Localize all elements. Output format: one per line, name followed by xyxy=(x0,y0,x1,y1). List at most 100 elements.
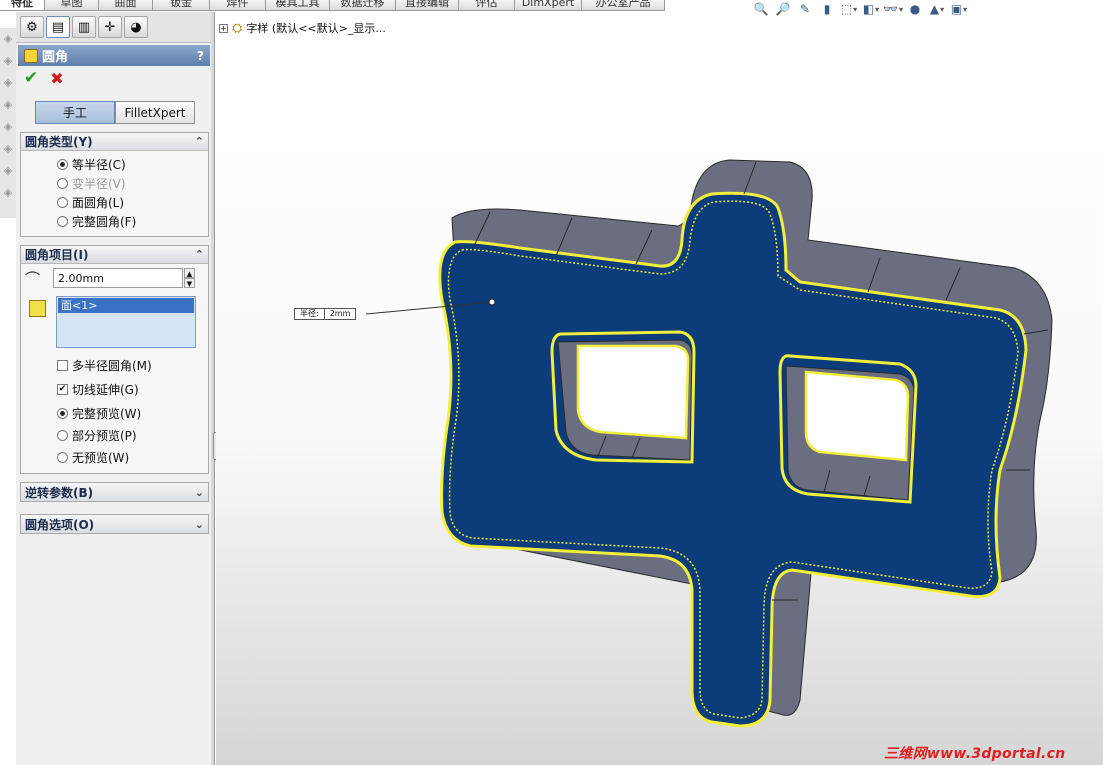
collapse-chevron-icon[interactable]: ⌃ xyxy=(195,248,204,261)
group-title: 圆角类型(Y) xyxy=(25,135,93,149)
tree-part-label[interactable]: 字样 (默认<<默认>_显示... xyxy=(246,20,385,36)
setback-parameters-header[interactable]: 逆转参数(B) ⌄ xyxy=(21,483,208,501)
radio-button[interactable] xyxy=(57,408,68,419)
part-icon: ⛭ xyxy=(232,20,243,36)
toolbar-tool-icon[interactable]: ◈ xyxy=(0,160,16,182)
fillet-type-options: 等半径(C) 变半径(V) 面圆角(L) 完整圆角(F) xyxy=(21,151,208,236)
manual-mode-button[interactable]: 手工 xyxy=(35,101,115,124)
radio-button[interactable] xyxy=(57,452,68,463)
radio-button[interactable] xyxy=(57,430,68,441)
right-window-opening xyxy=(804,370,910,462)
expand-chevron-icon[interactable]: ⌄ xyxy=(195,518,204,531)
selection-list-box[interactable]: 面<1> xyxy=(56,296,196,348)
tab-8[interactable]: 评估 xyxy=(459,0,515,10)
toolbar-tool-icon[interactable]: ◈ xyxy=(0,94,16,116)
radio-button xyxy=(57,178,68,189)
property-manager-panel: ⚙ ▤ ▥ ✛ ◕ 圆角 ? ✔ ✖ 手工 FilletXpert 圆角类型(Y) ⌃ … xyxy=(16,12,213,765)
expand-tree-icon[interactable]: + xyxy=(219,23,228,33)
property-manager-icon[interactable]: ▤ xyxy=(46,16,70,38)
radius-icon: ⌒ xyxy=(25,269,41,288)
hide-show-items-icon[interactable]: 👓 xyxy=(883,1,902,17)
toolbar-tool-icon[interactable]: ◈ xyxy=(0,138,16,160)
multi-radius-option[interactable]: 多半径圆角(M) xyxy=(21,356,208,375)
zoom-area-icon[interactable]: 🔎 xyxy=(774,1,792,17)
fillet-items-header[interactable]: 圆角项目(I) ⌃ xyxy=(21,246,208,264)
tab-5[interactable]: 模具工具 xyxy=(266,0,330,10)
toolbar-tool-icon[interactable]: ◈ xyxy=(0,182,16,204)
tab-7[interactable]: 直接编辑 xyxy=(396,0,459,10)
radius-row: ⌒ 2.00mm ▲ ▼ xyxy=(21,264,208,292)
group-title: 圆角项目(I) xyxy=(25,248,89,262)
callout-label: 半径: xyxy=(300,309,319,318)
dimxpert-manager-icon[interactable]: ✛ xyxy=(98,16,122,38)
tab-10[interactable]: 办公室产品 xyxy=(582,0,665,10)
fillet-options-header[interactable]: 圆角选项(O) ⌄ xyxy=(21,515,208,533)
preview-option-1[interactable]: 部分预览(P) xyxy=(21,426,208,445)
radius-callout[interactable]: 半径: 2mm xyxy=(294,308,357,320)
view-settings-icon[interactable]: ▣ xyxy=(950,1,968,17)
toolbar-tool-icon[interactable]: ◈ xyxy=(0,28,16,50)
radius-spinner[interactable]: ▲ ▼ xyxy=(184,268,195,288)
spinner-up-icon[interactable]: ▲ xyxy=(184,268,195,278)
toolbar-tool-icon[interactable]: ◈ xyxy=(0,72,16,94)
panel-splitter[interactable] xyxy=(211,12,215,765)
ok-button[interactable]: ✔ xyxy=(24,68,38,88)
radio-button[interactable] xyxy=(57,159,68,170)
tab-9[interactable]: DimXpert xyxy=(515,0,582,10)
group-title: 圆角选项(O) xyxy=(25,517,95,532)
filletxpert-mode-button[interactable]: FilletXpert xyxy=(115,101,195,124)
command-manager-tabs: 特征 草图 曲面 钣金 焊件 模具工具 数据迁移 直接编辑 评估 DimXpert 办公室产品 xyxy=(0,0,665,11)
tangent-propagation-option[interactable]: ✔ 切线延伸(G) xyxy=(21,380,208,399)
radio-button[interactable] xyxy=(57,216,68,227)
apply-scene-icon[interactable]: ▲ xyxy=(928,1,946,17)
group-title: 逆转参数(B) xyxy=(25,485,94,500)
option-label: 完整圆角(F) xyxy=(72,215,137,229)
display-manager-icon[interactable]: ◕ xyxy=(124,16,148,38)
site-watermark: 三维网www.3dportal.cn xyxy=(884,746,1066,762)
expand-chevron-icon[interactable]: ⌄ xyxy=(195,486,204,499)
list-item[interactable]: 面<1> xyxy=(58,298,194,313)
fillet-type-header[interactable]: 圆角类型(Y) ⌃ xyxy=(21,133,208,151)
collapse-chevron-icon[interactable]: ⌃ xyxy=(195,135,204,148)
fillet-mode-switch: 手工 FilletXpert xyxy=(35,101,212,124)
tab-6[interactable]: 数据迁移 xyxy=(330,0,396,10)
view-orientation-icon[interactable]: ⬚ xyxy=(840,1,858,17)
option-label: 等半径(C) xyxy=(72,158,126,172)
previous-view-icon[interactable]: ✎ xyxy=(796,1,814,17)
preview-option-0[interactable]: 完整预览(W) xyxy=(21,404,208,423)
view-toolbar: 🔍🔎✎▮⬚◧👓●▲▣ xyxy=(752,0,968,18)
fillet-options-group: 圆角选项(O) ⌄ xyxy=(20,514,209,534)
cancel-button[interactable]: ✖ xyxy=(50,69,63,88)
configuration-manager-icon[interactable]: ▥ xyxy=(72,16,96,38)
face-selection-icon xyxy=(29,300,46,317)
toolbar-tool-icon[interactable]: ◈ xyxy=(0,50,16,72)
feature-manager-icon[interactable]: ⚙ xyxy=(20,16,44,38)
toolbar-tool-icon[interactable]: ◈ xyxy=(0,116,16,138)
fillet-type-option-2[interactable]: 面圆角(L) xyxy=(21,193,208,212)
radio-button[interactable] xyxy=(57,197,68,208)
option-label: 完整预览(W) xyxy=(72,407,142,421)
tangent-propagation-checkbox[interactable]: ✔ xyxy=(57,384,68,395)
edit-appearance-icon[interactable]: ● xyxy=(906,1,924,17)
option-label: 无预览(W) xyxy=(72,451,130,465)
fillet-type-option-3[interactable]: 完整圆角(F) xyxy=(21,212,208,231)
tab-4[interactable]: 焊件 xyxy=(210,0,266,10)
tab-1[interactable]: 草图 xyxy=(45,0,99,10)
preview-option-2[interactable]: 无预览(W) xyxy=(21,448,208,467)
zoom-to-fit-icon[interactable]: 🔍 xyxy=(752,1,770,17)
callout-value[interactable]: 2mm xyxy=(323,309,356,319)
graphics-area[interactable] xyxy=(216,18,1103,765)
section-view-icon[interactable]: ▮ xyxy=(818,1,836,17)
tab-3[interactable]: 钣金 xyxy=(153,0,210,10)
display-style-icon[interactable]: ◧ xyxy=(862,1,880,17)
flyout-feature-tree: + ⛭ 字样 (默认<<默认>_显示... xyxy=(219,20,386,36)
fillet-items-group: 圆角项目(I) ⌃ ⌒ 2.00mm ▲ ▼ 面<1> 多半径圆角(M) ✔ 切… xyxy=(20,245,209,474)
help-button[interactable]: ? xyxy=(197,49,204,63)
spinner-down-icon[interactable]: ▼ xyxy=(184,278,195,288)
radius-input[interactable]: 2.00mm xyxy=(53,268,183,288)
option-label: 面圆角(L) xyxy=(72,196,125,210)
tab-0[interactable]: 特征 xyxy=(0,0,45,10)
tab-2[interactable]: 曲面 xyxy=(99,0,153,10)
multi-radius-checkbox[interactable] xyxy=(57,360,68,371)
fillet-type-option-0[interactable]: 等半径(C) xyxy=(21,155,208,174)
